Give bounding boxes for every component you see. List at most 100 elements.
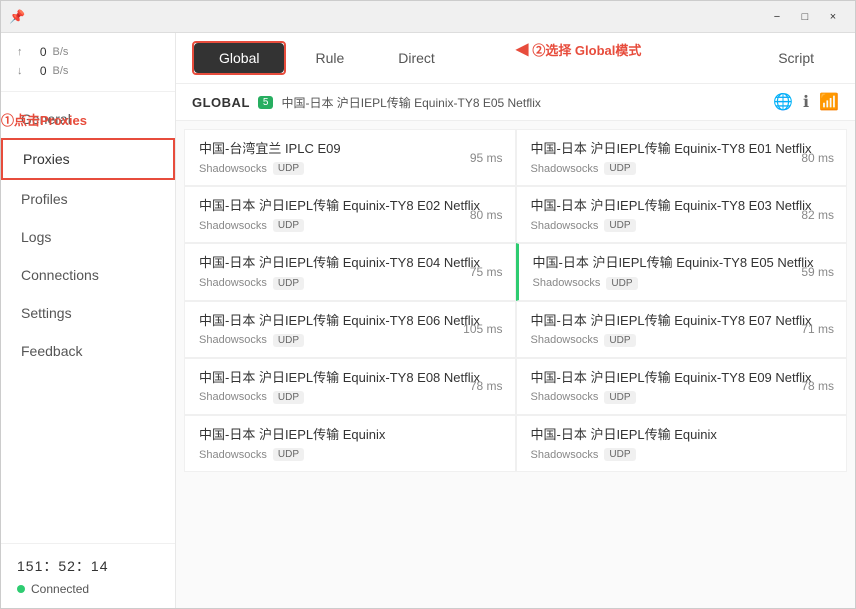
proxy-card-meta: Shadowsocks UDP [199, 391, 501, 404]
proxy-card[interactable]: 中国-日本 沪日IEPL传输 Equinix-TY8 E02 Netflix S… [184, 186, 516, 243]
proxy-latency: 80 ms [801, 151, 834, 165]
app-window: 📌 − □ × ↑ 0 B/s ↓ 0 B/s General [0, 0, 856, 609]
nav-items: General Proxies ①点击Proxies Profiles Logs… [1, 92, 175, 543]
proxy-card-meta: Shadowsocks UDP [531, 162, 833, 175]
proxy-card[interactable]: 中国-台湾宜兰 IPLC E09 Shadowsocks UDP 95 ms [184, 129, 516, 186]
proxy-badge: UDP [604, 219, 635, 232]
proxy-type: Shadowsocks [199, 163, 267, 175]
proxy-card[interactable]: 中国-日本 沪日IEPL传输 Equinix-TY8 E01 Netflix S… [516, 129, 848, 186]
sidebar-item-logs[interactable]: Logs [1, 218, 175, 256]
proxy-count-badge: 5 [258, 96, 274, 109]
proxy-selected-name: 中国-日本 沪日IEPL传输 Equinix-TY8 E05 Netflix [281, 94, 765, 111]
proxy-card-name: 中国-日本 沪日IEPL传输 Equinix-TY8 E03 Netflix [531, 197, 833, 215]
time-display: 151：52：14 [17, 556, 159, 576]
sidebar-item-profiles[interactable]: Profiles [1, 180, 175, 218]
proxy-card-name: 中国-日本 沪日IEPL传输 Equinix-TY8 E06 Netflix [199, 312, 501, 330]
proxy-card-meta: Shadowsocks UDP [199, 277, 501, 290]
sidebar-item-general[interactable]: General [1, 100, 175, 138]
minimize-button[interactable]: − [763, 7, 791, 27]
close-button[interactable]: × [819, 7, 847, 27]
annotation-global-text: ②选择 Global模式 [532, 40, 641, 59]
proxy-card-name: 中国-台湾宜兰 IPLC E09 [199, 140, 501, 158]
globe-icon[interactable]: 🌐 [773, 92, 793, 112]
info-icon[interactable]: ℹ [803, 92, 809, 112]
proxy-card[interactable]: 中国-日本 沪日IEPL传输 Equinix-TY8 E09 Netflix S… [516, 358, 848, 415]
content-area: Global Rule Direct Script ◀ ②选择 Global模式… [176, 33, 855, 608]
proxy-card-name: 中国-日本 沪日IEPL传输 Equinix-TY8 E04 Netflix [199, 254, 501, 272]
proxy-card[interactable]: 中国-日本 沪日IEPL传输 Equinix-TY8 E04 Netflix S… [184, 243, 516, 300]
annotation-global: ◀ ②选择 Global模式 [516, 39, 641, 59]
upload-speed-value: 0 [29, 43, 47, 62]
proxy-badge: UDP [273, 334, 304, 347]
sidebar-item-settings[interactable]: Settings [1, 294, 175, 332]
proxy-card-meta: Shadowsocks UDP [531, 334, 833, 347]
proxy-card[interactable]: 中国-日本 沪日IEPL传输 Equinix-TY8 E05 Netflix S… [516, 243, 848, 300]
proxy-type: Shadowsocks [531, 163, 599, 175]
proxy-card-meta: Shadowsocks UDP [531, 391, 833, 404]
proxy-grid: 中国-台湾宜兰 IPLC E09 Shadowsocks UDP 95 ms 中… [184, 129, 847, 472]
proxy-badge: UDP [273, 448, 304, 461]
sidebar-item-feedback[interactable]: Feedback [1, 332, 175, 370]
download-speed-value: 0 [29, 62, 47, 81]
proxy-latency: 80 ms [470, 208, 503, 222]
tab-script[interactable]: Script [753, 43, 839, 73]
proxy-header-icons: 🌐 ℹ 📶 [773, 92, 839, 112]
mode-tabs: Global Rule Direct Script ◀ ②选择 Global模式 [176, 33, 855, 84]
proxy-card-name: 中国-日本 沪日IEPL传输 Equinix-TY8 E02 Netflix [199, 197, 501, 215]
proxy-latency: 59 ms [801, 265, 834, 279]
tab-global[interactable]: Global [194, 43, 284, 73]
global-tab-wrapper: Global [192, 41, 286, 75]
proxy-card-meta: Shadowsocks UDP [199, 334, 501, 347]
proxy-type: Shadowsocks [199, 220, 267, 232]
sidebar: ↑ 0 B/s ↓ 0 B/s General Proxies ①点击Proxi… [1, 33, 176, 608]
proxy-latency: 82 ms [801, 208, 834, 222]
proxy-card-name: 中国-日本 沪日IEPL传输 Equinix [199, 426, 501, 444]
proxy-card[interactable]: 中国-日本 沪日IEPL传输 Equinix-TY8 E06 Netflix S… [184, 301, 516, 358]
proxy-card-meta: Shadowsocks UDP [199, 162, 501, 175]
proxy-badge: UDP [604, 391, 635, 404]
tab-rule[interactable]: Rule [290, 43, 369, 73]
proxy-type: Shadowsocks [531, 334, 599, 346]
proxy-card-name: 中国-日本 沪日IEPL传输 Equinix [531, 426, 833, 444]
proxy-type: Shadowsocks [199, 449, 267, 461]
pin-icon[interactable]: 📌 [9, 9, 25, 25]
sidebar-item-connections[interactable]: Connections [1, 256, 175, 294]
proxy-latency: 95 ms [470, 151, 503, 165]
proxy-card[interactable]: 中国-日本 沪日IEPL传输 Equinix-TY8 E03 Netflix S… [516, 186, 848, 243]
proxy-latency: 75 ms [470, 265, 503, 279]
proxy-card-meta: Shadowsocks UDP [531, 448, 833, 461]
proxy-card[interactable]: 中国-日本 沪日IEPL传输 Equinix-TY8 E08 Netflix S… [184, 358, 516, 415]
sidebar-bottom: 151：52：14 Connected [1, 543, 175, 608]
download-arrow-icon: ↓ [17, 63, 23, 81]
proxy-badge: UDP [273, 162, 304, 175]
proxy-card-name: 中国-日本 沪日IEPL传输 Equinix-TY8 E05 Netflix [533, 254, 833, 272]
upload-speed-unit: B/s [53, 44, 69, 62]
proxy-card-name: 中国-日本 沪日IEPL传输 Equinix-TY8 E08 Netflix [199, 369, 501, 387]
connection-status: Connected [17, 582, 159, 596]
proxy-type: Shadowsocks [199, 334, 267, 346]
proxy-card-meta: Shadowsocks UDP [199, 219, 501, 232]
proxy-type: Shadowsocks [531, 391, 599, 403]
proxy-group-name: GLOBAL [192, 95, 250, 110]
proxy-badge: UDP [273, 277, 304, 290]
speed-area: ↑ 0 B/s ↓ 0 B/s [1, 33, 175, 92]
annotation-arrow-icon: ◀ [516, 39, 528, 59]
proxy-card[interactable]: 中国-日本 沪日IEPL传输 Equinix Shadowsocks UDP [516, 415, 848, 472]
proxy-latency: 71 ms [801, 322, 834, 336]
proxy-type: Shadowsocks [533, 277, 601, 289]
proxy-card[interactable]: 中国-日本 沪日IEPL传输 Equinix Shadowsocks UDP [184, 415, 516, 472]
maximize-button[interactable]: □ [791, 7, 819, 27]
proxy-latency: 78 ms [801, 379, 834, 393]
wifi-icon[interactable]: 📶 [819, 92, 839, 112]
sidebar-item-proxies[interactable]: Proxies ①点击Proxies [1, 138, 175, 180]
proxy-card-name: 中国-日本 沪日IEPL传输 Equinix-TY8 E07 Netflix [531, 312, 833, 330]
tab-direct[interactable]: Direct [373, 43, 460, 73]
proxy-card-name: 中国-日本 沪日IEPL传输 Equinix-TY8 E01 Netflix [531, 140, 833, 158]
proxy-badge: UDP [604, 162, 635, 175]
proxy-list[interactable]: 中国-台湾宜兰 IPLC E09 Shadowsocks UDP 95 ms 中… [176, 121, 855, 608]
proxy-card-name: 中国-日本 沪日IEPL传输 Equinix-TY8 E09 Netflix [531, 369, 833, 387]
download-speed-unit: B/s [53, 63, 69, 81]
proxy-card[interactable]: 中国-日本 沪日IEPL传输 Equinix-TY8 E07 Netflix S… [516, 301, 848, 358]
title-bar: 📌 − □ × [1, 1, 855, 33]
proxy-badge: UDP [273, 391, 304, 404]
